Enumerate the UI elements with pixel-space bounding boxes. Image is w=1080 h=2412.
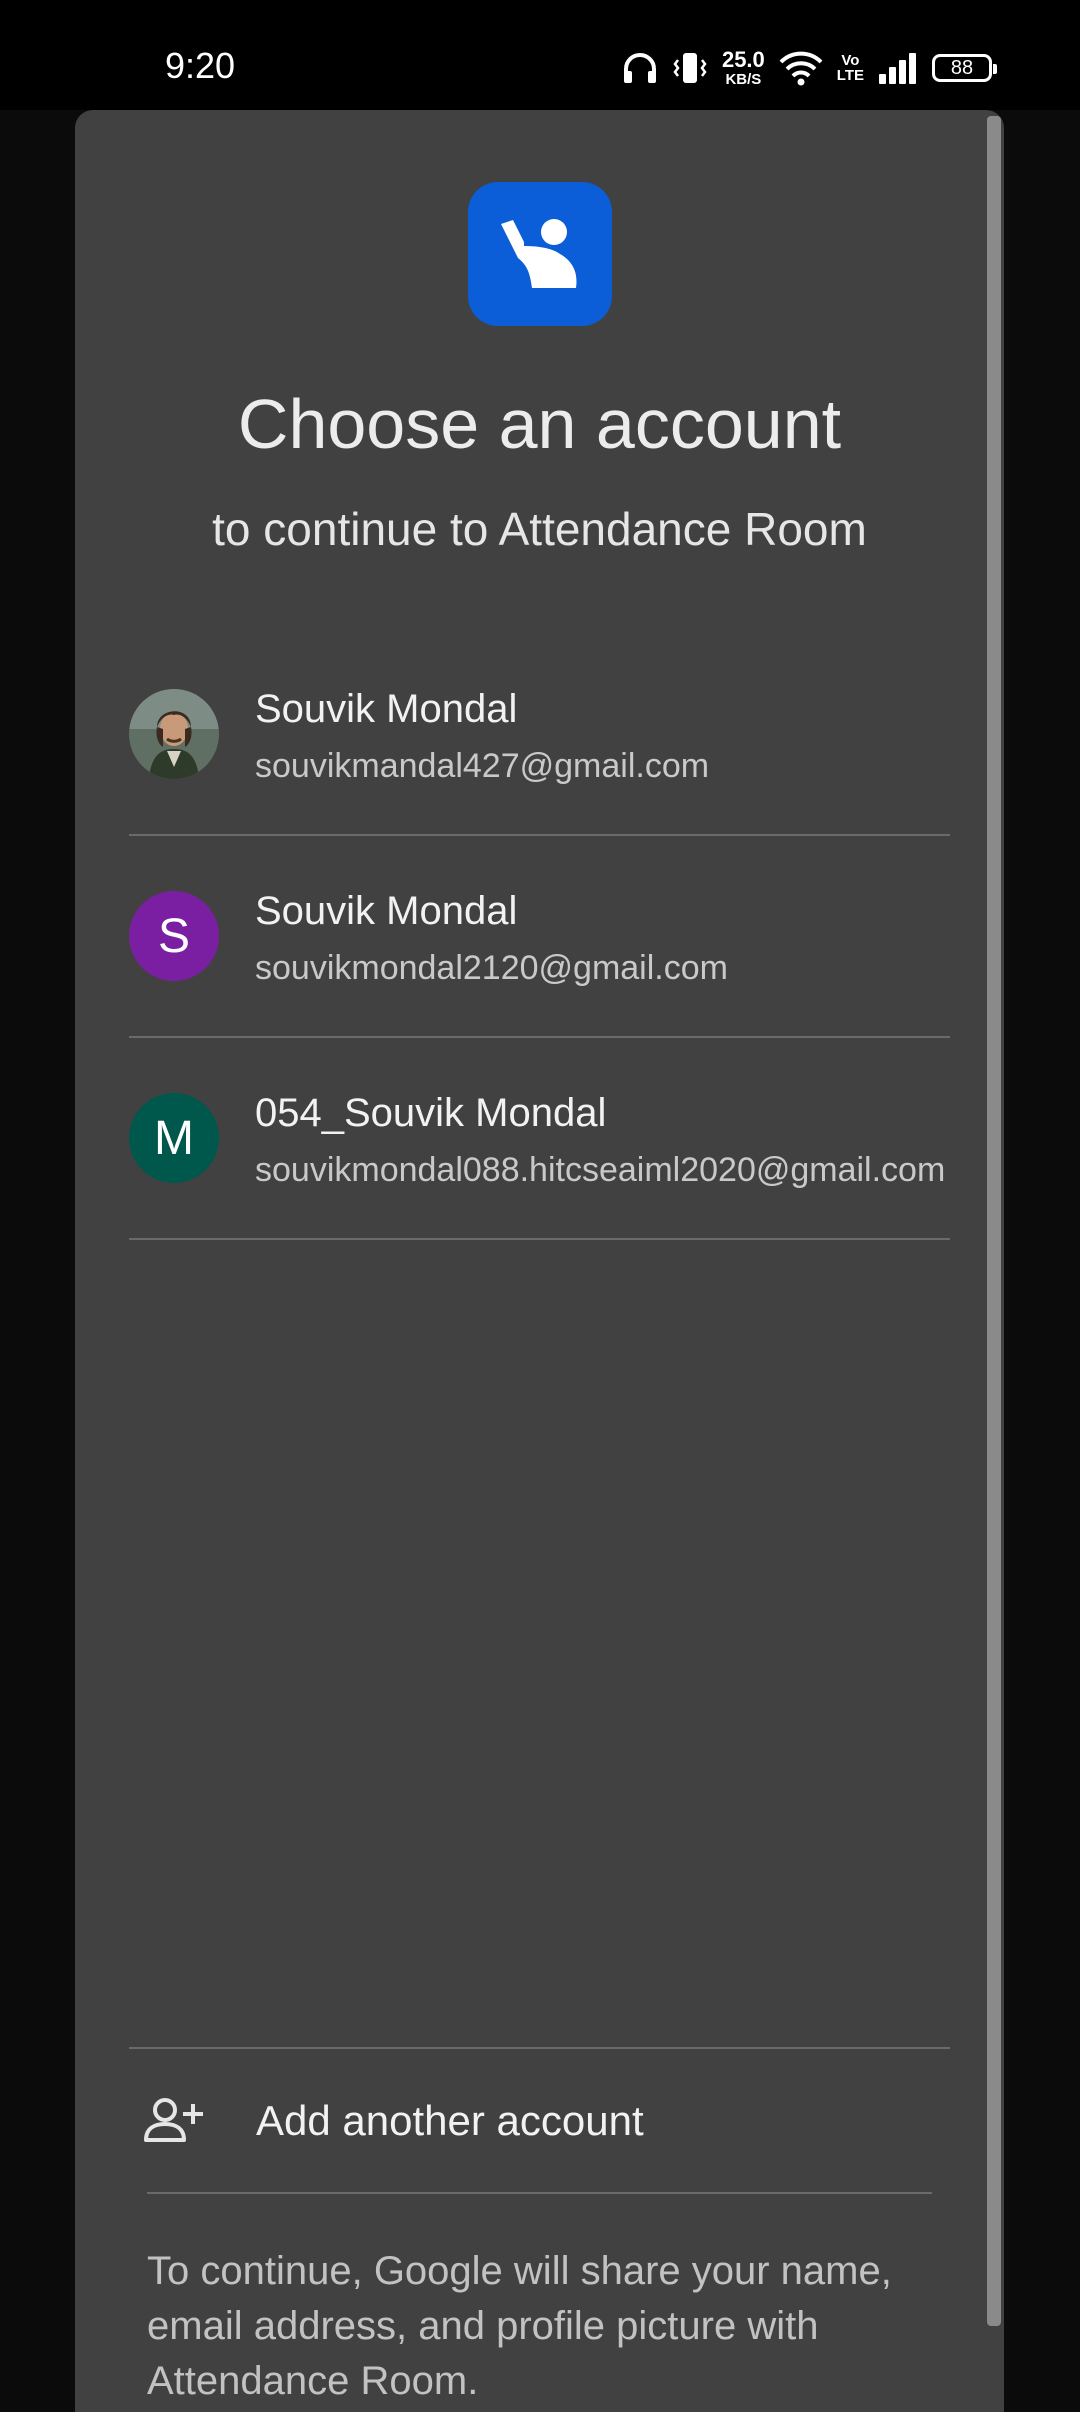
divider <box>129 834 950 836</box>
battery-icon: 88 <box>932 54 997 82</box>
status-icons: 25.0 KB/S Vo LTE 88 <box>622 46 997 90</box>
avatar <box>129 689 219 779</box>
volte-bottom: LTE <box>836 67 864 84</box>
divider <box>147 2192 932 2194</box>
volte-indicator: Vo LTE <box>837 53 864 83</box>
vibrate-icon <box>672 50 708 86</box>
add-another-account-label: Add another account <box>256 2097 644 2144</box>
consent-footer-text: To continue, Google will share your name… <box>147 2249 892 2403</box>
screen: 9:20 25.0 KB/S Vo LTE 88 Choose an accou… <box>0 0 1080 2412</box>
volte-top: Vo <box>841 52 860 69</box>
account-email: souvikmondal2120@gmail.com <box>255 949 728 987</box>
dialog-title: Choose an account <box>237 385 842 463</box>
network-speed-unit: KB/S <box>725 71 762 88</box>
account-email: souvikmondal088.hitcseaiml2020@gmail.com <box>255 1151 946 1189</box>
account-name: 054_Souvik Mondal <box>255 1091 607 1135</box>
dialog-subtitle: to continue to Attendance Room <box>212 503 867 555</box>
network-speed-value: 25.0 <box>721 47 765 72</box>
network-speed: 25.0 KB/S <box>721 47 765 88</box>
wifi-icon <box>779 50 823 86</box>
account-email: souvikmandal427@gmail.com <box>255 747 710 785</box>
status-bar: 9:20 25.0 KB/S Vo LTE 88 <box>0 0 1080 110</box>
signal-icon <box>878 52 918 84</box>
attendance-room-logo-icon <box>468 182 612 326</box>
add-another-account-button[interactable]: Add another account <box>129 2050 950 2190</box>
avatar: M <box>129 1093 219 1183</box>
avatar: S <box>129 891 219 981</box>
divider <box>129 1238 950 1240</box>
account-name: Souvik Mondal <box>255 889 518 933</box>
account-name: Souvik Mondal <box>255 687 518 731</box>
status-time: 9:20 <box>165 45 236 86</box>
headphones-icon <box>622 51 658 85</box>
divider <box>129 2047 950 2049</box>
person-add-icon <box>143 2096 203 2144</box>
divider <box>129 1036 950 1038</box>
